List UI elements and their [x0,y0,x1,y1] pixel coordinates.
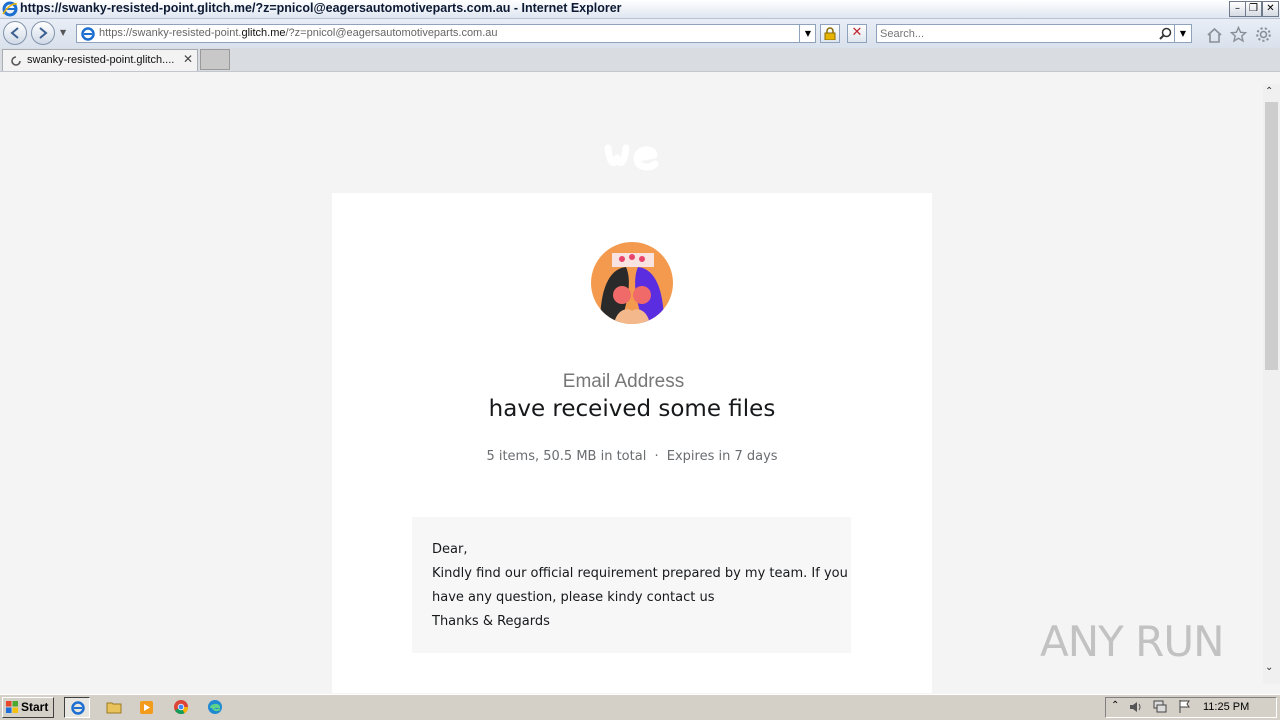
forward-arrow-icon [39,27,48,39]
message-box: Dear, Kindly find our official requireme… [412,517,851,653]
taskbar-edge-button[interactable] [202,697,228,718]
scroll-thumb[interactable] [1265,102,1278,370]
taskbar-explorer-button[interactable] [101,697,127,718]
search-box[interactable]: ▼ [876,24,1192,43]
forward-button[interactable] [31,21,55,45]
search-input[interactable] [880,26,1150,41]
message-line: have any question, please kindy contact … [432,590,715,605]
tab-current[interactable]: swanky-resisted-point.glitch.... ✕ [2,49,198,71]
address-dropdown-icon[interactable]: ▼ [799,25,816,42]
back-button[interactable] [3,21,27,45]
taskbar-chrome-button[interactable] [168,697,194,718]
network-icon[interactable] [1152,699,1168,714]
internet-explorer-icon [71,701,85,715]
message-line: Kindly find our official requirement pre… [432,566,848,581]
action-center-flag-icon[interactable] [1177,699,1192,714]
internet-explorer-icon [2,1,18,17]
folder-icon [106,702,122,714]
chrome-icon [174,700,189,715]
media-player-icon [140,701,153,714]
item-count: 5 items, 50.5 MB in total [486,449,647,464]
page-ie-icon [81,27,95,41]
message-line: Dear, [432,542,468,557]
transfer-meta: 5 items, 50.5 MB in total · Expires in 7… [332,449,932,464]
back-arrow-icon [10,27,19,39]
history-dropdown-icon[interactable]: ▼ [60,28,66,37]
anyrun-watermark: ANY RUN [1040,617,1224,666]
message-line: Thanks & Regards [432,614,550,629]
tab-close-icon[interactable]: ✕ [183,52,193,66]
tab-label: swanky-resisted-point.glitch.... [27,54,175,66]
clock: 11:25 PM [1203,701,1250,713]
transfer-illustration [591,242,673,324]
taskbar-ie-button[interactable] [64,697,90,718]
edge-icon [208,700,222,714]
start-button[interactable]: Start [2,697,54,718]
taskbar-media-player-button[interactable] [134,697,160,718]
headline: have received some files [488,396,776,422]
minimize-button[interactable]: – [1229,1,1246,17]
new-tab-button[interactable] [200,49,230,70]
stop-icon[interactable]: ✕ [847,24,867,43]
tray-expand-icon[interactable]: ⌃ [1111,700,1119,711]
window-title: https://swanky-resisted-point.glitch.me/… [20,1,622,15]
settings-gear-icon[interactable] [1255,26,1272,43]
search-icon[interactable] [1159,27,1172,40]
expiry-text: Expires in 7 days [666,449,778,464]
start-label: Start [21,700,49,714]
close-window-button[interactable]: ✕ [1262,1,1279,17]
favorites-star-icon[interactable] [1230,26,1247,43]
scroll-down-icon[interactable]: ⌄ [1265,662,1273,673]
recipient-email-label: Email Address [562,371,685,392]
lock-icon[interactable] [820,24,840,43]
search-dropdown-icon[interactable]: ▼ [1174,25,1191,42]
window-title-bar: https://swanky-resisted-point.glitch.me/… [0,0,1280,19]
meta-separator: · [654,449,659,464]
address-field[interactable]: https://swanky-resisted-point.glitch.me/… [76,24,816,43]
scroll-up-icon[interactable]: ⌃ [1265,86,1273,97]
home-icon[interactable] [1206,27,1223,43]
restore-button[interactable]: ❐ [1245,1,1262,17]
loading-spinner-icon [11,56,21,66]
wetransfer-logo-icon [604,144,659,171]
address-url[interactable]: https://swanky-resisted-point.glitch.me/… [99,27,498,39]
volume-icon[interactable] [1128,700,1144,714]
windows-logo-icon [6,701,18,713]
